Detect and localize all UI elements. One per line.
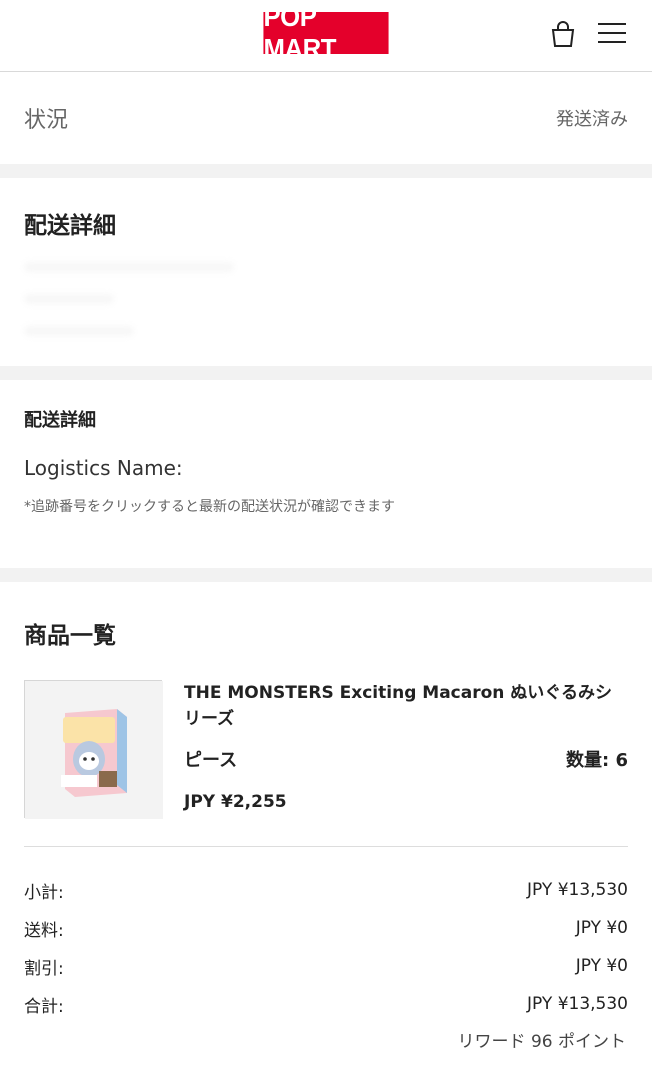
order-status-row: 状況 発送済み <box>0 72 652 164</box>
subtotal-value: JPY ¥13,530 <box>527 880 628 900</box>
product-item[interactable]: THE MONSTERS Exciting Macaron ぬいぐるみシリーズ … <box>24 680 628 847</box>
hamburger-menu-icon[interactable] <box>598 22 626 44</box>
discount-value: JPY ¥0 <box>575 956 628 976</box>
product-box-image <box>25 681 163 819</box>
shipping-fee-row: 送料: JPY ¥0 <box>24 909 628 947</box>
total-row: 合計: JPY ¥13,530 <box>24 985 628 1023</box>
top-header: POP MART <box>0 0 652 72</box>
redacted-address-line <box>24 294 114 304</box>
product-quantity: 数量: 6 <box>566 750 628 771</box>
shipping-details-title: 配送詳細 <box>24 213 116 239</box>
tracking-note: *追跡番号をクリックすると最新の配送状況が確認できます <box>24 499 395 515</box>
section-divider <box>0 366 652 380</box>
section-divider <box>0 568 652 582</box>
product-name[interactable]: THE MONSTERS Exciting Macaron ぬいぐるみシリーズ <box>184 680 628 732</box>
shipping-fee-label: 送料: <box>24 920 64 941</box>
product-list-section: 商品一覧 THE MONSTERS Exciting Macaron ぬいぐるみ… <box>0 582 652 1052</box>
subtotal-label: 小計: <box>24 882 64 903</box>
redacted-address-line <box>24 326 134 336</box>
section-divider <box>0 164 652 178</box>
discount-label: 割引: <box>24 958 64 979</box>
subtotal-row: 小計: JPY ¥13,530 <box>24 871 628 909</box>
logistics-name-label: Logistics Name: <box>24 456 183 480</box>
logistics-title: 配送詳細 <box>24 410 96 431</box>
discount-row: 割引: JPY ¥0 <box>24 947 628 985</box>
order-totals: 小計: JPY ¥13,530 送料: JPY ¥0 割引: JPY ¥0 合計… <box>24 847 628 1052</box>
product-info: THE MONSTERS Exciting Macaron ぬいぐるみシリーズ … <box>184 680 628 818</box>
shipping-details-section: 配送詳細 <box>0 178 652 366</box>
reward-points: リワード 96 ポイント <box>457 1032 626 1052</box>
product-thumbnail[interactable] <box>24 680 163 819</box>
status-label: 状況 <box>24 108 69 133</box>
total-label: 合計: <box>24 996 64 1017</box>
product-price: JPY ¥2,255 <box>184 792 287 812</box>
shipping-fee-value: JPY ¥0 <box>575 918 628 938</box>
product-list-title: 商品一覧 <box>24 623 116 649</box>
redacted-address-line <box>24 262 234 272</box>
status-value: 発送済み <box>556 109 628 130</box>
total-value: JPY ¥13,530 <box>527 994 628 1014</box>
pop-mart-logo[interactable]: POP MART <box>263 1 389 64</box>
product-variant-row: ピース 数量: 6 <box>184 746 628 772</box>
shopping-bag-icon[interactable] <box>550 20 576 48</box>
product-variant: ピース <box>184 750 238 771</box>
logistics-section: 配送詳細 Logistics Name: *追跡番号をクリックすると最新の配送状… <box>0 380 652 568</box>
